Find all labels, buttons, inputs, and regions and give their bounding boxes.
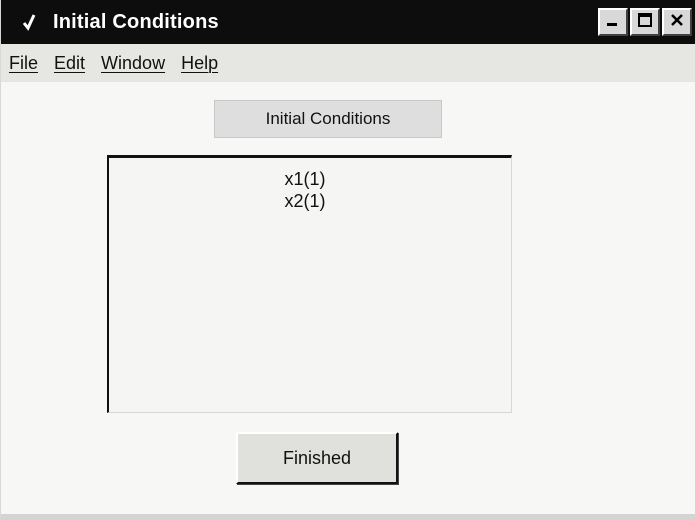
close-button[interactable] [662, 8, 692, 36]
conditions-listbox[interactable]: x1(1) x2(1) [107, 155, 512, 413]
window-title: Initial Conditions [53, 10, 219, 33]
app-icon [19, 12, 39, 32]
list-item[interactable]: x1(1) [109, 168, 511, 190]
menu-help[interactable]: Help [181, 53, 218, 74]
minimize-button[interactable] [598, 8, 628, 36]
minimize-icon [605, 12, 621, 33]
list-item[interactable]: x2(1) [109, 190, 511, 212]
menu-bar: File Edit Window Help [1, 44, 695, 82]
window-controls [598, 8, 692, 36]
menu-edit[interactable]: Edit [54, 53, 85, 74]
close-icon [669, 12, 685, 33]
window-bottom-edge [1, 514, 695, 520]
title-bar[interactable]: Initial Conditions [1, 0, 695, 44]
maximize-icon [637, 12, 653, 33]
initial-conditions-window: Initial Conditions File Edit Window Help… [0, 0, 695, 520]
finished-button[interactable]: Finished [236, 432, 398, 484]
initial-conditions-heading: Initial Conditions [214, 100, 442, 138]
menu-file[interactable]: File [9, 53, 38, 74]
menu-window[interactable]: Window [101, 53, 165, 74]
maximize-button[interactable] [630, 8, 660, 36]
